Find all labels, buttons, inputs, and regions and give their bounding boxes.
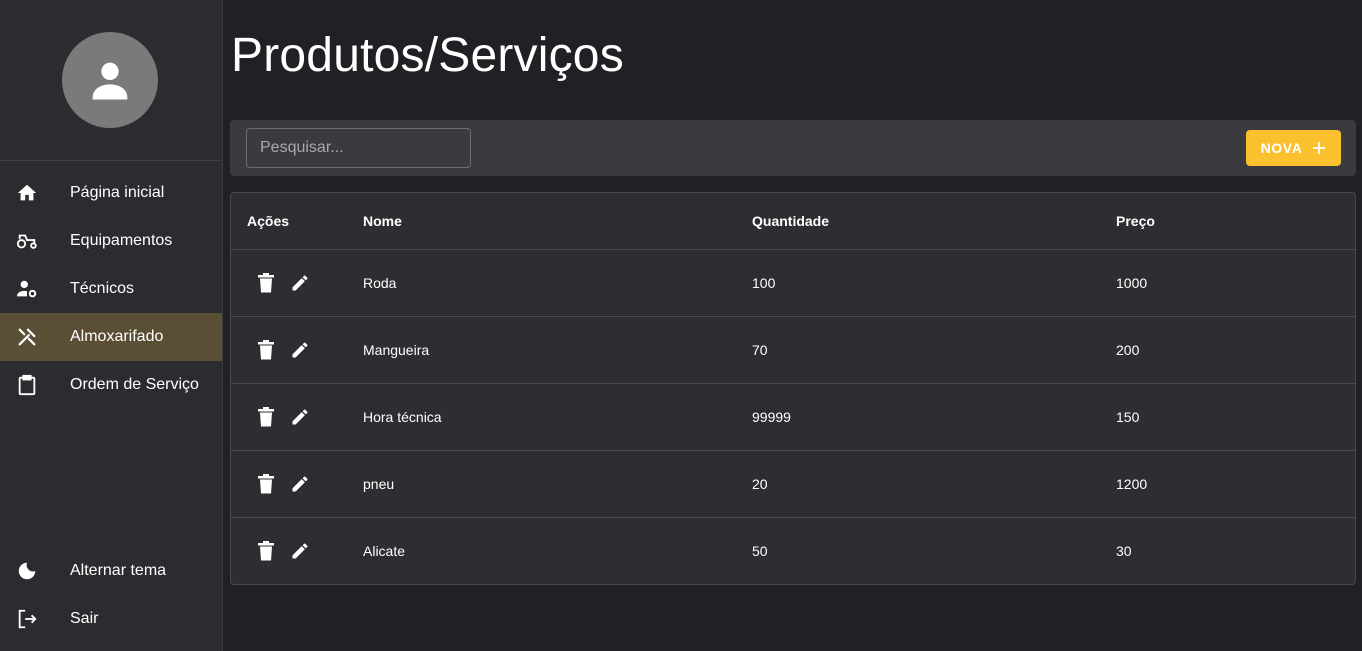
header-actions: Ações <box>231 193 363 250</box>
cell-name: Roda <box>363 249 752 317</box>
edit-icon[interactable] <box>288 472 312 496</box>
table-row: pneu 20 1200 <box>231 450 1355 518</box>
table-row: Hora técnica 99999 150 <box>231 383 1355 451</box>
new-button-label: NOVA <box>1260 140 1303 156</box>
sidebar-item-ordem-de-servico[interactable]: Ordem de Serviço <box>0 361 222 409</box>
new-button[interactable]: NOVA <box>1246 130 1341 166</box>
delete-icon[interactable] <box>254 338 278 362</box>
table-row: Roda 100 1000 <box>231 249 1355 317</box>
sidebar-item-label: Alternar tema <box>70 562 167 579</box>
sidebar-divider <box>0 160 222 161</box>
cell-price: 150 <box>1116 383 1355 451</box>
sidebar-item-label: Almoxarifado <box>70 328 164 345</box>
edit-icon[interactable] <box>288 338 312 362</box>
cell-quantity: 100 <box>752 249 1116 317</box>
cell-name: Alicate <box>363 542 406 559</box>
cell-name: Mangueira <box>363 316 752 384</box>
table-row: Mangueira 70 200 <box>231 316 1355 384</box>
main-content: Produtos/Serviços NOVA Ações Nome Quanti… <box>223 0 1362 651</box>
logout-icon <box>16 608 38 630</box>
sidebar-item-label: Equipamentos <box>70 232 173 249</box>
cell-price: 1200 <box>1116 450 1355 518</box>
tractor-icon <box>16 230 38 252</box>
products-table: Ações Nome Quantidade Preço Roda 100 100… <box>230 192 1356 585</box>
header-quantity[interactable]: Quantidade <box>752 193 1116 250</box>
header-price[interactable]: Preço <box>1116 193 1355 250</box>
delete-icon[interactable] <box>254 472 278 496</box>
cell-price: 30 <box>1116 542 1132 559</box>
table-header-row: Ações Nome Quantidade Preço <box>231 193 1355 250</box>
page-title: Produtos/Serviços <box>231 29 624 82</box>
clipboard-icon <box>16 374 38 396</box>
edit-icon[interactable] <box>288 405 312 429</box>
cell-name: Hora técnica <box>363 383 752 451</box>
moon-icon <box>16 560 38 582</box>
sidebar-item-label: Sair <box>70 610 99 627</box>
sidebar-item-pagina-inicial[interactable]: Página inicial <box>0 169 222 217</box>
cell-quantity: 50 <box>752 542 768 559</box>
home-icon <box>16 182 38 204</box>
delete-icon[interactable] <box>254 405 278 429</box>
user-gear-icon <box>16 278 38 300</box>
sidebar-item-sair[interactable]: Sair <box>0 595 222 643</box>
sidebar-nav: Página inicial Equipamentos Técnicos Alm… <box>0 169 222 409</box>
avatar[interactable] <box>62 32 158 128</box>
sidebar-item-equipamentos[interactable]: Equipamentos <box>0 217 222 265</box>
edit-icon[interactable] <box>288 539 312 563</box>
sidebar: Página inicial Equipamentos Técnicos Alm… <box>0 0 223 651</box>
edit-icon[interactable] <box>288 271 312 295</box>
sidebar-item-alternar-tema[interactable]: Alternar tema <box>0 547 222 595</box>
cell-quantity: 99999 <box>752 383 1116 451</box>
header-name[interactable]: Nome <box>363 193 752 250</box>
delete-icon[interactable] <box>254 271 278 295</box>
cell-price: 1000 <box>1116 249 1355 317</box>
tools-icon <box>16 326 38 348</box>
sidebar-item-label: Página inicial <box>70 184 165 201</box>
sidebar-item-tecnicos[interactable]: Técnicos <box>0 265 222 313</box>
table-row: Alicate 50 30 <box>231 517 1355 584</box>
plus-icon <box>1313 142 1326 154</box>
cell-quantity: 20 <box>752 450 1116 518</box>
toolbar: NOVA <box>230 120 1356 176</box>
person-icon <box>92 62 128 100</box>
sidebar-item-almoxarifado[interactable]: Almoxarifado <box>0 313 222 361</box>
sidebar-bottom-nav: Alternar tema Sair <box>0 547 222 643</box>
sidebar-item-label: Técnicos <box>70 280 135 297</box>
sidebar-item-label: Ordem de Serviço <box>70 376 199 393</box>
cell-quantity: 70 <box>752 316 1116 384</box>
cell-price: 200 <box>1116 316 1355 384</box>
delete-icon[interactable] <box>254 539 278 563</box>
cell-name: pneu <box>363 450 752 518</box>
search-input[interactable] <box>246 128 471 168</box>
